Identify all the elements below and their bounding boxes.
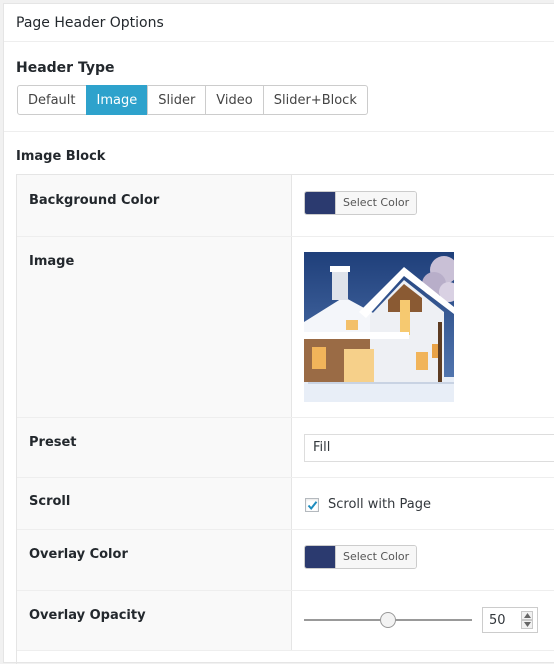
scroll-row: Scroll Scroll with Page [17,478,554,530]
tab-default[interactable]: Default [17,85,87,115]
page-header-options-panel: Page Header Options Header Type Default … [3,3,554,664]
divider [4,131,554,132]
image-row: Image [17,237,554,418]
header-type-tabs: Default Image Slider Video Slider+Block [17,85,368,115]
preset-row: Preset Fill [17,418,554,478]
opacity-slider-handle[interactable] [380,612,396,628]
opacity-value: 50 [489,613,506,628]
tab-image[interactable]: Image [85,85,149,115]
background-color-row: Background Color Select Color [17,175,554,237]
tab-slider-block[interactable]: Slider+Block [262,85,368,115]
color-swatch [305,192,335,214]
tab-video[interactable]: Video [205,85,264,115]
panel-title: Page Header Options [16,15,164,31]
background-color-label: Background Color [29,193,160,208]
image-block-table: Background Color Select Color Image Pres… [16,174,554,664]
select-color-label: Select Color [335,546,417,568]
image-block-label: Image Block [16,149,106,164]
spin-down-icon[interactable] [521,620,533,629]
scroll-with-page-checkbox[interactable] [305,498,319,512]
house-thumbnail-image[interactable] [304,252,454,402]
background-color-picker-button[interactable]: Select Color [304,191,418,215]
preset-label: Preset [29,435,77,450]
image-label: Image [29,254,75,269]
preset-select[interactable]: Fill [304,434,554,462]
overlay-color-row: Overlay Color Select Color [17,530,554,591]
tab-slider[interactable]: Slider [147,85,207,115]
divider [4,41,554,42]
select-color-label: Select Color [335,192,417,214]
scroll-label: Scroll [29,494,71,509]
color-swatch [305,546,335,568]
overlay-color-label: Overlay Color [29,547,128,562]
scroll-with-page-label: Scroll with Page [328,497,431,512]
header-type-label: Header Type [16,60,115,76]
overlay-opacity-row: Overlay Opacity 50 [17,591,554,651]
checkmark-icon [307,501,318,511]
opacity-number-input[interactable]: 50 [482,607,538,633]
overlay-opacity-label: Overlay Opacity [29,608,146,623]
overlay-color-picker-button[interactable]: Select Color [304,545,418,569]
spin-up-icon[interactable] [521,611,533,620]
house-picture [304,252,454,402]
